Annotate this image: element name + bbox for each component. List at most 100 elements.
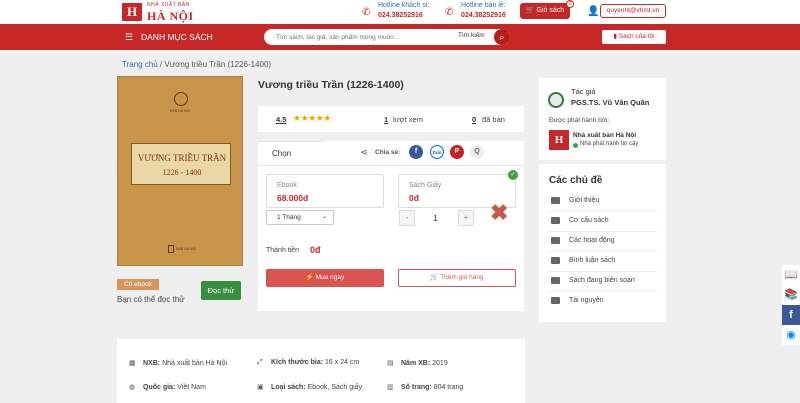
info-pages-label: Số trang: [401,384,432,391]
building-icon: ▦ [129,360,136,367]
read-trial-button[interactable]: Đọc thử [201,281,241,300]
hamburger-icon[interactable]: ☰ [125,32,133,43]
add-to-cart-button[interactable]: 🛒 Thêm giỏ hàng [398,269,516,287]
info-size-value: 16 x 24 cm [325,359,360,366]
author-avatar[interactable] [548,92,564,108]
globe-icon: ◍ [129,384,136,391]
topic-item[interactable]: Sách đang biên soạn [547,272,657,292]
logo-icon[interactable]: H [122,3,142,21]
category-menu-button[interactable]: DANH MỤC SÁCH [141,32,213,42]
cart-label: Giỏ sách [536,7,565,14]
info-pages: ▥ Số trang: 804 trang [387,383,463,391]
facebook-icon[interactable]: f [782,305,800,325]
book-icon [551,237,560,244]
info-country-value: Việt Nam [177,384,206,391]
info-year-value: 2019 [432,360,448,367]
open-book-icon[interactable]: 📖 [782,265,800,285]
top-header: H NHÀ XUẤT BẢN HÀ NỘI ✆ Hotline khách sỉ… [0,0,800,24]
book-icon [551,277,560,284]
info-pages-value: 804 trang [433,384,464,391]
info-size-label: Kích thước bìa: [271,359,324,366]
tab-choose[interactable]: Chọn [258,141,324,165]
duration-select[interactable]: 1 Tháng ⌄ [266,210,334,225]
cover-title-scroll: VƯƠNG TRIỀU TRẦN 1226 - 1400 [131,143,231,185]
verified-dot-icon [573,143,578,148]
ebook-option-card[interactable]: Ebook 68.000đ [266,174,384,208]
info-country: ◍ Quốc gia: Việt Nam [129,383,206,391]
search-button-label[interactable]: Tìm kiếm [458,32,485,39]
total-value: 0đ [310,245,321,255]
info-publisher-label: NXB: [143,360,161,367]
quantity-value[interactable]: 1 [433,213,438,223]
topic-label: Tài nguyên [569,297,604,304]
paper-price: 0đ [409,193,419,203]
selected-check-icon: ✓ [508,170,518,180]
user-icon: 👤 [587,6,600,17]
info-type-value: Ebook, Sách giấy [307,384,363,391]
unavailable-x-icon: ✖ [490,200,509,225]
quantity-decrease-button[interactable]: - [399,210,415,226]
info-size: ⤢ Kích thước bìa: 16 x 24 cm [257,359,359,367]
ebook-option-title: Ebook [277,182,297,189]
publisher-emblem-icon [174,92,188,106]
topic-item[interactable]: Cơ cấu sách [547,212,657,232]
cart-button[interactable]: 🛒 Giỏ sách [520,3,570,19]
bolt-icon: ⚡ [305,274,314,281]
book-icon [551,217,560,224]
expand-icon: ⤢ [257,359,263,366]
publisher-trust: Nhà phát hành tin cậy [580,141,639,147]
publisher-label: Được phát hành bởi: [549,117,610,124]
author-name[interactable]: PGS.TS. Vũ Văn Quân [571,98,649,107]
facebook-icon[interactable]: f [409,145,423,159]
hotline-retail-number[interactable]: 024.38252916 [461,12,506,19]
book-icon [551,197,560,204]
views-label: lượt xem [393,115,423,124]
breadcrumb-home[interactable]: Trang chủ [122,60,158,69]
author-card: Tác giả PGS.TS. Vũ Văn Quân Được phát hà… [539,78,666,160]
messenger-icon[interactable]: ◉ [782,325,800,345]
book-icon [551,257,560,264]
purchase-panel: Chọn ⋖ Chia sẻ: f Zalo P Q Ebook 68.000đ… [258,141,524,311]
book-icon [551,297,560,304]
author-label: Tác giả [571,87,596,96]
topic-item[interactable]: Giới thiệu [547,192,657,212]
publisher-logo-icon[interactable]: H [549,130,569,150]
my-books-button[interactable]: ▮ Sách của tôi [602,30,666,44]
cart-count-badge: 0 [566,0,574,8]
info-country-label: Quốc gia: [143,384,176,391]
buy-now-button[interactable]: ⚡ Mua ngay [266,269,384,287]
book-cover-image[interactable]: NXB HÀ NỘI VƯƠNG TRIỀU TRẦN 1226 - 1400 … [117,76,243,266]
cover-publisher-top: NXB HÀ NỘI [169,109,191,113]
zalo-icon[interactable]: Zalo [430,145,444,159]
copy-link-icon[interactable]: Q [470,145,484,159]
chevron-down-icon: ⌄ [321,214,327,220]
topics-title: Các chủ đề [549,175,603,186]
pinterest-icon[interactable]: P [450,145,464,159]
topic-label: Giới thiệu [569,197,600,204]
cover-publisher-logo-icon [168,245,174,253]
topic-label: Cơ cấu sách [569,217,609,224]
topic-item[interactable]: Các hoạt động [547,232,657,252]
ebook-badge: Có ebook [117,279,159,290]
logo-small-text: NHÀ XUẤT BẢN [147,2,190,8]
search-bar: Tìm kiếm ⌕ [264,29,510,45]
breadcrumb: Trang chủ / Vương triều Trần (1226-1400) [122,60,271,69]
search-icon[interactable]: ⌕ [494,29,510,45]
library-icon[interactable]: 📚 [782,285,800,305]
paper-option-title: Sách Giấy [409,182,442,189]
info-publisher: ▦ NXB: Nhà xuất bản Hà Nội [129,359,227,367]
logo-text[interactable]: HÀ NỘI [147,9,194,24]
search-input[interactable] [276,31,446,43]
user-account-button[interactable]: quyenht@vhmt.vn [600,4,666,18]
cart-icon: 🛒 [430,274,439,281]
topic-item[interactable]: Bình luận sách [547,252,657,272]
topic-label: Bình luận sách [569,257,616,264]
hotline-guest-number[interactable]: 024.38252916 [378,12,423,19]
views-count: 1 [384,115,389,124]
sold-label: đã bán [482,115,505,124]
breadcrumb-current: / Vương triều Trần (1226-1400) [159,60,272,69]
topic-item[interactable]: Tài nguyên [547,292,657,312]
publisher-name[interactable]: Nhà xuất bản Hà Nội [573,132,636,139]
box-icon: ▣ [257,384,264,391]
quantity-increase-button[interactable]: + [458,210,474,226]
